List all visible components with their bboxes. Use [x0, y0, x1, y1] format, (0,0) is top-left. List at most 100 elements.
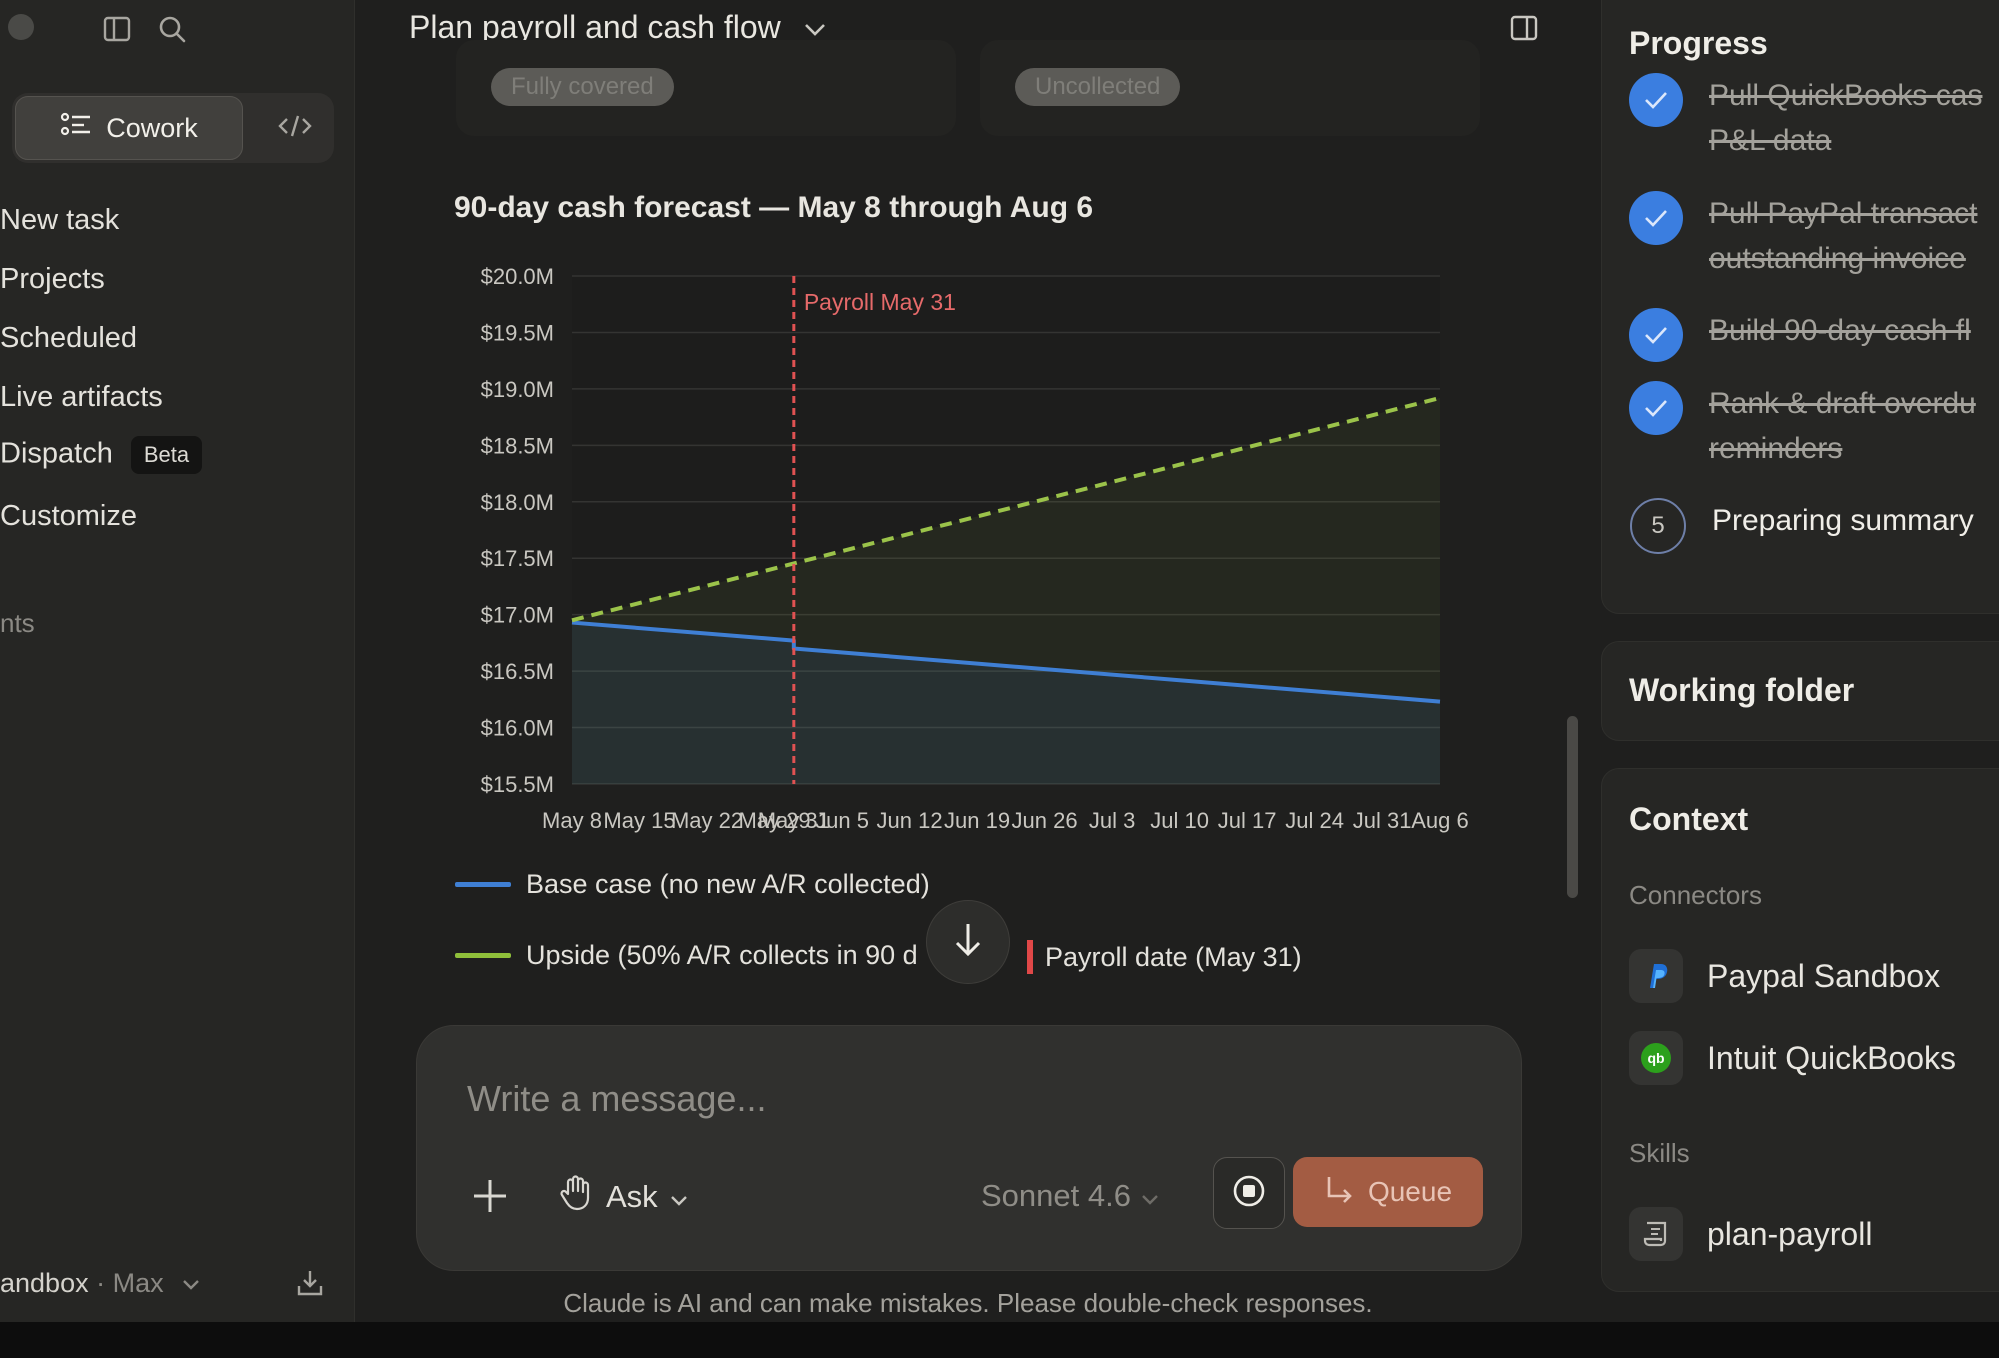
sidebar-section-label: nts: [0, 608, 35, 638]
y-tick-label: $19.5M: [481, 320, 554, 345]
working-folder-title: Working folder: [1629, 672, 1855, 708]
progress-step-text: Preparing summary: [1712, 504, 1974, 537]
x-tick-label: May 8: [542, 808, 602, 833]
context-title: Context: [1629, 801, 1749, 837]
model-selector[interactable]: Sonnet 4.6: [981, 1178, 1159, 1214]
tasks-icon: [60, 111, 92, 146]
nav-projects[interactable]: Projects: [0, 263, 105, 296]
y-tick-label: $18.0M: [481, 490, 554, 515]
progress-step: Pull PayPal transact outstanding invoice: [1629, 191, 1977, 281]
progress-panel: Progress Pull QuickBooks cas P&L data Pul…: [1601, 0, 1999, 614]
y-tick-label: $16.5M: [481, 659, 554, 684]
y-tick-label: $16.0M: [481, 716, 554, 741]
checkmark-icon: [1629, 73, 1683, 127]
nav-scheduled[interactable]: Scheduled: [0, 322, 137, 355]
legend-label-upside: Upside (50% A/R collects in 90 d: [526, 940, 918, 970]
queue-button[interactable]: Queue: [1293, 1157, 1483, 1227]
x-tick-label: Aug 6: [1411, 808, 1469, 833]
progress-step-line: reminders: [1709, 432, 1843, 465]
connectors-label: Connectors: [1629, 880, 1762, 910]
cowork-label: Cowork: [106, 112, 198, 143]
progress-step-line: Pull QuickBooks cas: [1709, 79, 1983, 112]
message-input[interactable]: Write a message...: [467, 1078, 766, 1120]
cowork-mode-button[interactable]: Cowork: [15, 96, 243, 160]
return-arrow-icon: [1324, 1174, 1354, 1211]
x-tick-label: Jun 19: [944, 808, 1010, 833]
stop-button[interactable]: [1213, 1157, 1285, 1229]
progress-step-line: Pull PayPal transact: [1709, 197, 1978, 230]
x-tick-label: Jul 3: [1089, 808, 1135, 833]
chart-title: 90-day cash forecast — May 8 through Aug…: [454, 191, 1094, 224]
sidebar-toggle-icon[interactable]: [102, 14, 132, 49]
stop-icon: [1232, 1174, 1266, 1213]
progress-step-line: Build 90-day cash fl: [1709, 314, 1971, 347]
status-tag: Fully covered: [491, 68, 674, 106]
sidebar: Cowork New task Projects Scheduled Live …: [0, 0, 355, 1322]
x-tick-label: Jul 17: [1218, 808, 1277, 833]
add-attachment-icon[interactable]: [472, 1178, 508, 1219]
legend-swatch-payroll: [1027, 940, 1033, 974]
checkmark-icon: [1629, 308, 1683, 362]
scroll-to-bottom-button[interactable]: [926, 900, 1010, 984]
nav-dispatch-label: Dispatch: [0, 437, 113, 470]
nav-customize[interactable]: Customize: [0, 500, 137, 533]
y-tick-label: $17.5M: [481, 546, 554, 571]
progress-step-text: Rank & draft overdu reminders: [1709, 381, 1976, 471]
skills-label: Skills: [1629, 1138, 1690, 1168]
chevron-down-icon: [670, 1179, 688, 1215]
quickbooks-icon: qb: [1629, 1031, 1683, 1085]
ask-mode-selector[interactable]: Ask: [558, 1174, 688, 1220]
legend-label-payroll: Payroll date (May 31): [1045, 941, 1302, 972]
connector-paypal[interactable]: Paypal Sandbox: [1629, 949, 1940, 1003]
context-panel: Context Connectors Paypal Sandbox qb Int…: [1601, 768, 1999, 1292]
x-tick-label: Jun 5: [815, 808, 869, 833]
bottom-edge: [0, 1322, 1999, 1358]
working-folder-panel[interactable]: Working folder: [1601, 641, 1999, 741]
progress-step-line: outstanding invoice: [1709, 242, 1966, 275]
legend-swatch-upside: [455, 953, 511, 958]
y-tick-label: $20.0M: [481, 264, 554, 289]
progress-step: Build 90-day cash fl: [1629, 308, 1971, 362]
svg-text:qb: qb: [1647, 1050, 1664, 1066]
legend-item-upside: Upside (50% A/R collects in 90 d: [455, 940, 936, 971]
checkmark-icon: [1629, 381, 1683, 435]
code-mode-button[interactable]: [272, 111, 318, 145]
step-number: 5: [1630, 498, 1686, 554]
progress-step-text: Build 90-day cash fl: [1709, 308, 1971, 353]
cash-forecast-chart: $20.0M $19.5M $19.0M $18.5M $18.0M $17.5M $17.…: [481, 264, 1469, 833]
skill-plan-payroll[interactable]: plan-payroll: [1629, 1207, 1872, 1261]
y-tick-label: $18.5M: [481, 433, 554, 458]
nav-new-task[interactable]: New task: [0, 204, 119, 237]
progress-step: Rank & draft overdu reminders: [1629, 381, 1976, 471]
progress-step: Pull QuickBooks cas P&L data: [1629, 73, 1982, 163]
panel-toggle-icon[interactable]: [1509, 13, 1539, 48]
queue-label: Queue: [1367, 1176, 1453, 1207]
scrollbar-thumb[interactable]: [1567, 716, 1578, 898]
progress-step-current: 5 Preparing summary: [1630, 498, 1974, 554]
x-tick-label: Jun 12: [877, 808, 943, 833]
nav-live-artifacts[interactable]: Live artifacts: [0, 381, 163, 414]
nav-dispatch[interactable]: Dispatch Beta: [0, 436, 203, 474]
connector-quickbooks[interactable]: qb Intuit QuickBooks: [1629, 1031, 1956, 1085]
x-tick-label: May 15: [603, 808, 675, 833]
legend-item-base: Base case (no new A/R collected): [455, 869, 930, 900]
scroll-icon: [1629, 1207, 1683, 1261]
y-tick-label: $17.0M: [481, 603, 554, 628]
x-tick-label: Jun 26: [1012, 808, 1078, 833]
connector-name: Paypal Sandbox: [1707, 957, 1941, 994]
search-icon[interactable]: [157, 14, 187, 49]
x-tick-label: Jul 31: [1353, 808, 1412, 833]
legend-item-payroll: Payroll date (May 31): [1027, 940, 1302, 974]
chevron-down-icon: [1141, 1178, 1159, 1214]
window-control-dot[interactable]: [8, 14, 34, 40]
status-tag: Uncollected: [1015, 68, 1181, 106]
payroll-marker-label: Payroll May 31: [804, 289, 956, 315]
x-tick-label: May 22: [671, 808, 743, 833]
ask-mode-label: Ask: [606, 1179, 658, 1214]
model-label: Sonnet 4.6: [981, 1178, 1131, 1213]
connector-name: Intuit QuickBooks: [1707, 1039, 1956, 1076]
arrow-down-icon: [951, 920, 985, 965]
progress-step-text: Pull QuickBooks cas P&L data: [1709, 73, 1982, 163]
code-icon: [278, 114, 312, 143]
legend-swatch-base: [455, 882, 511, 887]
